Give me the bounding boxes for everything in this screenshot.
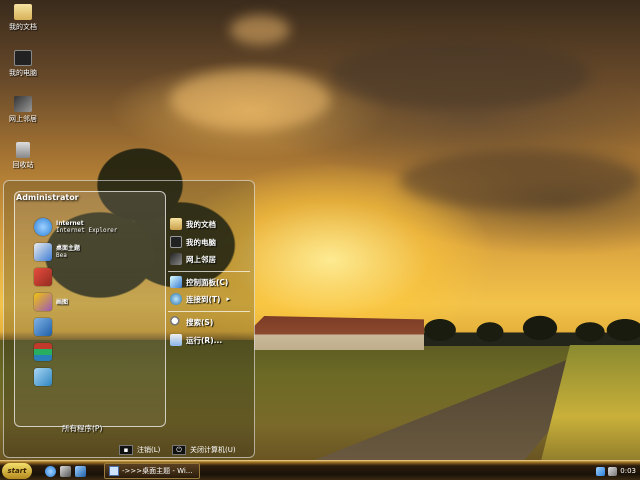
recycle-bin-icon (16, 142, 30, 158)
all-programs-button[interactable]: 所有程序(P) (62, 423, 102, 434)
desktop-icon-network[interactable]: 网上邻居 (1, 96, 45, 124)
start-menu: Administrator Internet Internet Explorer … (3, 180, 255, 458)
program-subtitle: Internet Explorer (56, 227, 118, 234)
program-title: 桌面主题 (56, 245, 81, 252)
quick-launch-media-icon[interactable] (75, 466, 86, 477)
program-internet-explorer[interactable]: Internet Internet Explorer (34, 217, 117, 237)
start-item-label: 连接到(T) (186, 294, 221, 304)
theme-icon (34, 243, 52, 261)
network-icon (170, 253, 182, 265)
desktop-icon-my-documents[interactable]: 我的文档 (1, 4, 45, 32)
logoff-label: 注销(L) (137, 446, 161, 454)
messenger-icon (34, 318, 52, 336)
start-item-my-documents[interactable]: 我的文档 (170, 217, 216, 231)
start-item-run[interactable]: 运行(R)... (170, 333, 222, 347)
folder-icon (14, 4, 32, 20)
computer-icon (14, 50, 32, 66)
control-panel-icon (170, 276, 182, 288)
connect-icon (170, 293, 182, 305)
start-item-label: 我的电脑 (186, 237, 216, 247)
start-menu-divider (168, 271, 250, 272)
wallpaper-cloud (400, 150, 640, 210)
desktop-icon-label: 我的文档 (9, 23, 37, 31)
start-button[interactable]: start (2, 463, 32, 479)
taskbar-window-title: ->>>桌面主题 - Wi... (122, 467, 193, 475)
submenu-arrow-icon: ▸ (226, 295, 230, 303)
start-item-label: 控制面板(C) (186, 277, 229, 287)
internet-explorer-icon (34, 218, 52, 236)
media-player-icon (34, 268, 52, 286)
start-menu-divider (168, 311, 250, 312)
lock-icon: ▪ (119, 445, 133, 455)
start-item-label: 网上邻居 (186, 254, 216, 264)
program-winrar[interactable] (34, 342, 56, 362)
paint-icon (34, 293, 52, 311)
quick-launch-ie-icon[interactable] (45, 466, 56, 477)
start-item-my-computer[interactable]: 我的电脑 (170, 235, 216, 249)
taskbar-window-button[interactable]: ->>>桌面主题 - Wi... (104, 463, 200, 479)
start-item-network[interactable]: 网上邻居 (170, 252, 216, 266)
desktop-icon-label: 网上邻居 (9, 115, 37, 123)
desktop-icon-label: 我的电脑 (9, 69, 37, 77)
computer-icon (170, 236, 182, 248)
wallpaper-cloud (230, 15, 290, 45)
documents-icon (170, 218, 182, 230)
logoff-button[interactable]: ▪ 注销(L) (119, 445, 160, 455)
start-item-label: 运行(R)... (186, 335, 223, 345)
program-media-player[interactable] (34, 267, 56, 287)
run-icon (170, 334, 182, 346)
program-paint[interactable]: 画图 (34, 292, 68, 312)
shutdown-button[interactable]: ⏻ 关闭计算机(U) (172, 445, 236, 455)
network-icon (14, 96, 32, 112)
tour-icon (34, 368, 52, 386)
power-icon: ⏻ (172, 445, 186, 455)
taskbar: start ->>>桌面主题 - Wi... 0:03 (0, 460, 640, 480)
program-messenger[interactable] (34, 317, 56, 337)
start-item-label: 搜索(S) (186, 317, 214, 327)
start-item-connect-to[interactable]: 连接到(T) ▸ (170, 292, 230, 306)
network-tray-icon[interactable] (596, 466, 606, 476)
shutdown-label: 关闭计算机(U) (190, 446, 236, 454)
program-tour[interactable] (34, 367, 56, 387)
wallpaper-cloud (170, 70, 330, 130)
wallpaper-barn (254, 316, 424, 350)
search-icon (170, 316, 182, 328)
desktop-icon-my-computer[interactable]: 我的电脑 (1, 50, 45, 78)
quick-launch-desktop-icon[interactable] (60, 466, 71, 477)
winrar-icon (34, 343, 52, 361)
program-title: 画图 (56, 298, 69, 306)
program-title: Internet (56, 220, 84, 227)
clock: 0:03 (620, 467, 636, 475)
start-menu-user-name: Administrator (16, 193, 79, 202)
start-item-control-panel[interactable]: 控制面板(C) (170, 275, 228, 289)
system-tray: 0:03 (566, 463, 640, 479)
program-subtitle: Bea (56, 252, 67, 259)
wallpaper-cloud (330, 40, 590, 110)
desktop-icon-label: 回收站 (12, 161, 34, 169)
volume-icon[interactable] (608, 466, 618, 476)
start-item-search[interactable]: 搜索(S) (170, 315, 213, 329)
program-desktop-theme[interactable]: 桌面主题 Bea (34, 242, 80, 262)
start-item-label: 我的文档 (186, 219, 216, 229)
desktop-icon-recycle-bin[interactable]: 回收站 (1, 142, 45, 170)
window-icon (109, 466, 119, 476)
